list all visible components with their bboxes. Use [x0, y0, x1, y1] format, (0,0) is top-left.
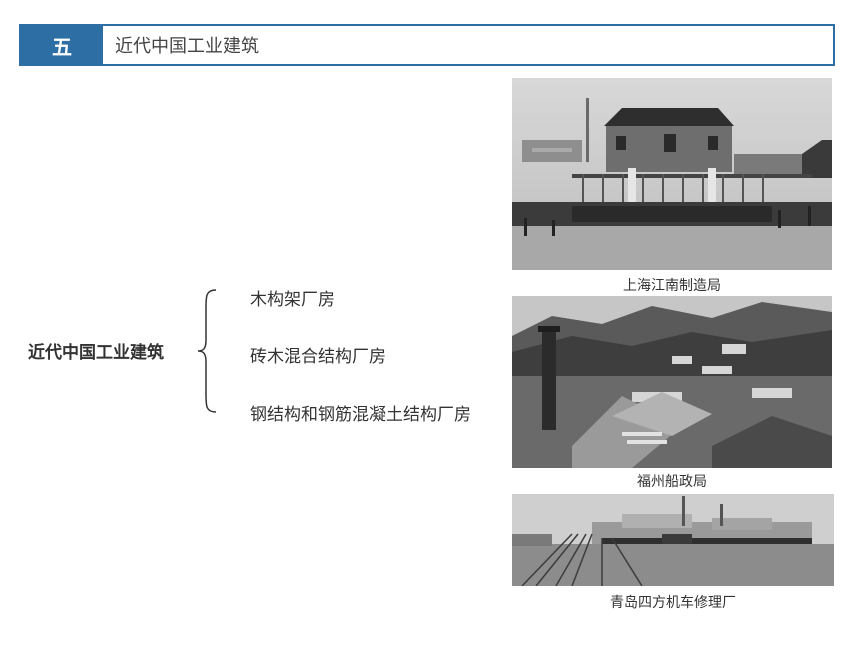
photo-jiangnan-arsenal [512, 78, 832, 270]
section-header: 五 近代中国工业建筑 [19, 24, 835, 66]
diagram-branch-2: 砖木混合结构厂房 [250, 347, 386, 367]
photo-caption-1: 上海江南制造局 [623, 278, 721, 294]
curly-brace-icon [197, 289, 217, 413]
section-number-badge: 五 [21, 26, 103, 64]
photo-caption-2: 福州船政局 [637, 474, 707, 490]
diagram-root-label: 近代中国工业建筑 [28, 343, 164, 363]
photo-caption-3: 青岛四方机车修理厂 [610, 595, 736, 611]
diagram-branch-1: 木构架厂房 [250, 290, 335, 310]
section-title: 近代中国工业建筑 [115, 36, 259, 57]
photo-qingdao-sifang-works [512, 494, 834, 586]
photo-fuzhou-navy-yard [512, 296, 832, 468]
diagram-branch-3: 钢结构和钢筋混凝土结构厂房 [250, 405, 471, 425]
